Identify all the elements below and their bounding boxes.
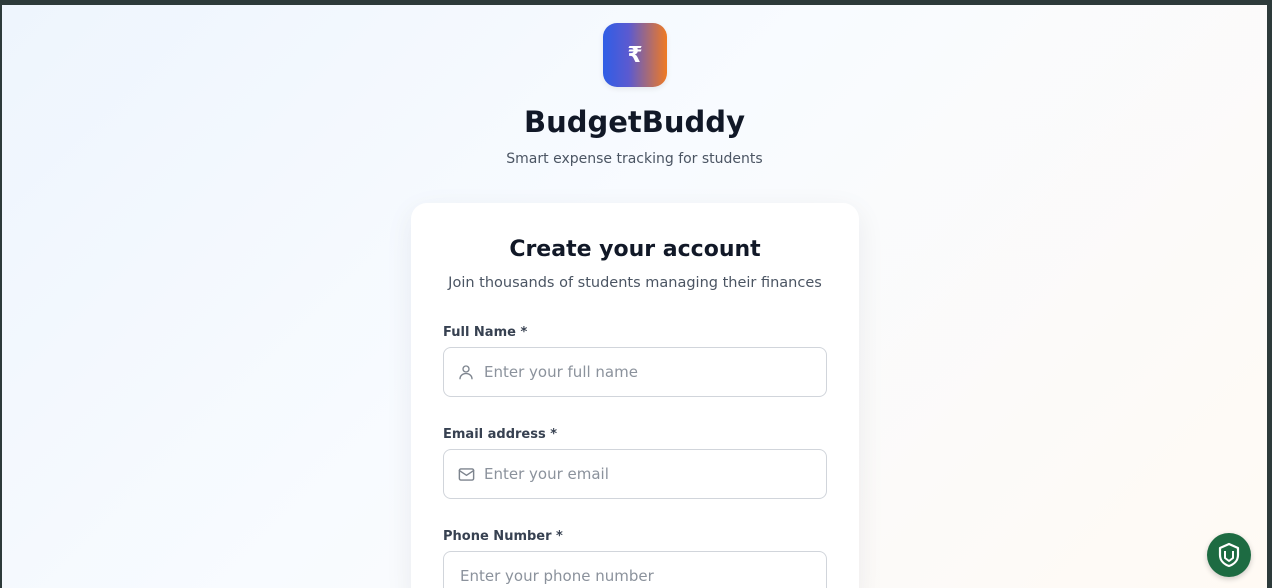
email-input[interactable] — [484, 450, 826, 498]
email-field[interactable] — [443, 449, 827, 499]
phone-input[interactable] — [444, 552, 826, 588]
page-viewport: ₹ BudgetBuddy Smart expense tracking for… — [0, 0, 1272, 588]
security-widget-button[interactable] — [1207, 533, 1251, 577]
app-logo: ₹ — [603, 23, 667, 87]
full-name-input[interactable] — [484, 348, 826, 396]
rupee-icon: ₹ — [627, 42, 643, 68]
full-name-label: Full Name * — [443, 325, 528, 340]
app-title: BudgetBuddy — [524, 105, 745, 139]
app-tagline: Smart expense tracking for students — [506, 151, 763, 167]
user-icon — [456, 362, 476, 382]
signup-subtitle: Join thousands of students managing thei… — [448, 275, 822, 291]
phone-field[interactable] — [443, 551, 827, 588]
shield-check-icon — [1218, 542, 1240, 568]
signup-title: Create your account — [509, 237, 761, 262]
email-label: Email address * — [443, 427, 558, 442]
mail-icon — [456, 464, 476, 484]
signup-card: Create your account Join thousands of st… — [411, 203, 859, 588]
phone-label: Phone Number * — [443, 529, 563, 544]
full-name-field[interactable] — [443, 347, 827, 397]
